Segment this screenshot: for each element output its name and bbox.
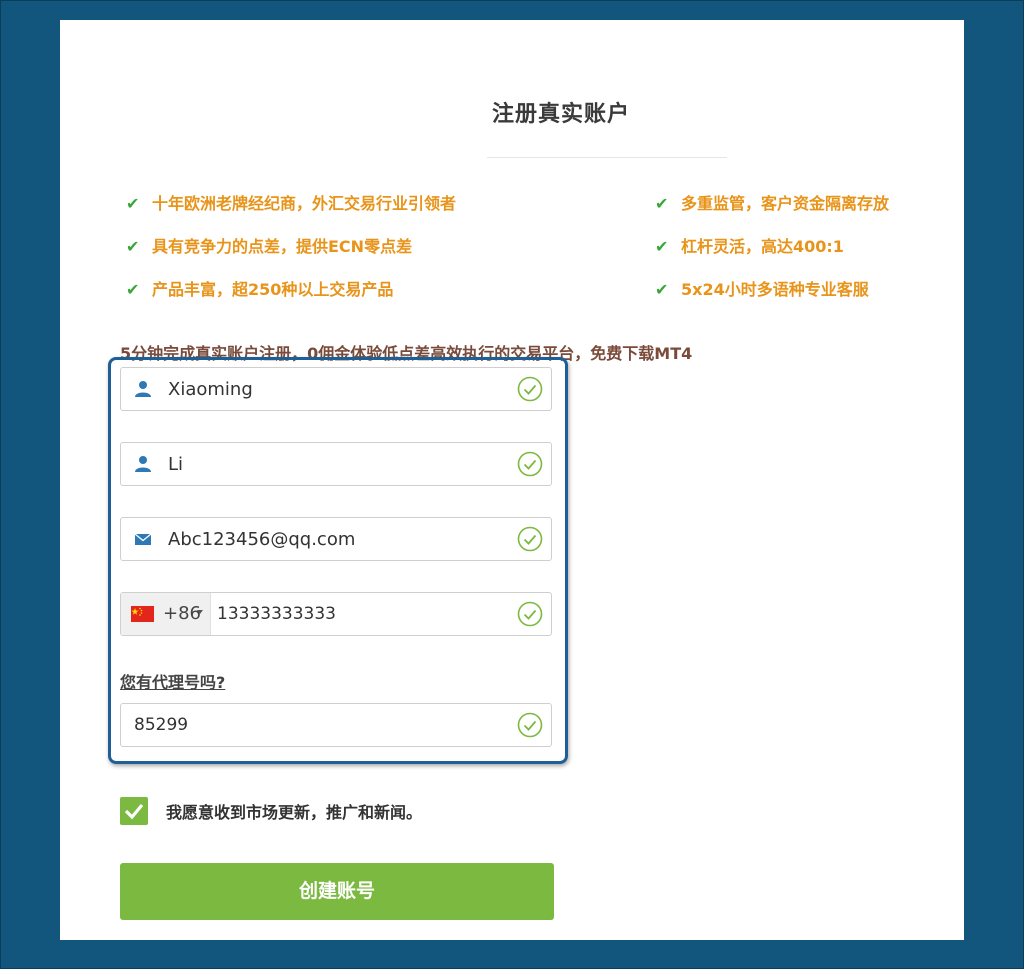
intro-text: 5分钟完成真实账户注册，0佣金体验低点差高效执行的交易平台，免费下载MT4	[120, 344, 693, 363]
feature-item: ✔ 杠杆灵活，高达400:1	[655, 237, 844, 256]
country-code: +86	[163, 603, 201, 624]
consent-checkbox[interactable]	[120, 797, 148, 825]
consent-label: 我愿意收到市场更新，推广和新闻。	[166, 803, 423, 822]
feature-item: ✔ 具有竞争力的点差，提供ECN零点差	[126, 237, 413, 256]
first-name-value: Xiaoming	[168, 379, 253, 400]
china-flag-icon	[131, 606, 154, 622]
valid-check-icon	[517, 601, 543, 627]
phone-field[interactable]: +86 13333333333	[120, 592, 552, 636]
last-name-field[interactable]: Li	[120, 442, 552, 486]
agent-code-value: 85299	[134, 715, 189, 735]
feature-item: ✔ 多重监管，客户资金隔离存放	[655, 194, 890, 213]
country-code-selector[interactable]: +86	[121, 593, 211, 635]
check-icon: ✔	[655, 194, 669, 213]
user-icon	[135, 456, 151, 472]
agent-code-field[interactable]: 85299	[120, 703, 552, 747]
title-divider	[487, 157, 727, 158]
last-name-value: Li	[168, 454, 184, 475]
check-icon: ✔	[126, 237, 140, 256]
phone-value: 13333333333	[217, 604, 336, 624]
caret-down-icon	[197, 610, 203, 614]
check-icon: ✔	[126, 280, 140, 299]
feature-item: ✔ 5x24小时多语种专业客服	[655, 280, 869, 299]
create-account-button[interactable]: 创建账号	[120, 863, 554, 920]
check-icon: ✔	[655, 237, 669, 256]
feature-item: ✔ 产品丰富，超250种以上交易产品	[126, 280, 394, 299]
check-icon: ✔	[126, 194, 140, 213]
email-value: Abc123456@qq.com	[168, 529, 356, 550]
valid-check-icon	[517, 526, 543, 552]
checkmark-icon	[124, 803, 144, 820]
valid-check-icon	[517, 376, 543, 402]
email-field[interactable]: Abc123456@qq.com	[120, 517, 552, 561]
feature-item: ✔ 十年欧洲老牌经纪商，外汇交易行业引领者	[126, 194, 457, 213]
envelope-icon	[134, 533, 152, 545]
user-icon	[135, 381, 151, 397]
page-title: 注册真实账户	[491, 102, 630, 127]
agent-code-link[interactable]: 您有代理号吗?	[120, 669, 225, 693]
valid-check-icon	[517, 451, 543, 477]
check-icon: ✔	[655, 280, 669, 299]
first-name-field[interactable]: Xiaoming	[120, 367, 552, 411]
valid-check-icon	[517, 712, 543, 738]
